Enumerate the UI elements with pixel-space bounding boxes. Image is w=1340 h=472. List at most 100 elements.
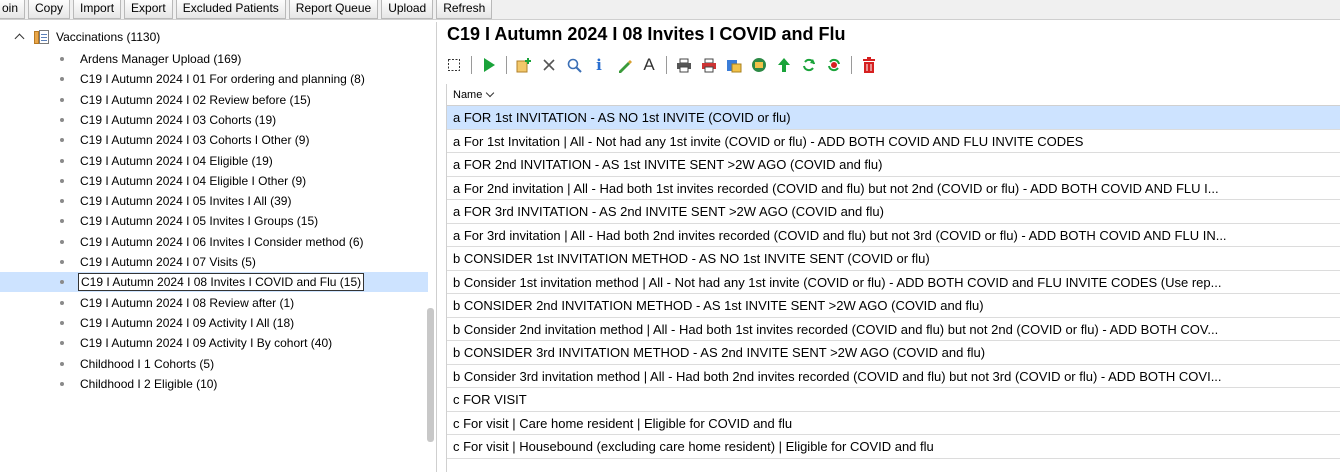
table-row[interactable]: b Consider 2nd invitation method | All -…	[447, 318, 1340, 341]
refresh-icon[interactable]	[801, 57, 817, 73]
tree-item[interactable]: C19 I Autumn 2024 I 08 Invites I COVID a…	[0, 272, 428, 293]
upload-button[interactable]: Upload	[381, 0, 434, 19]
page-title: C19 I Autumn 2024 I 08 Invites I COVID a…	[447, 24, 846, 44]
delete-x-icon[interactable]	[541, 57, 557, 73]
bullet-icon	[60, 138, 64, 143]
bullet-icon	[60, 341, 64, 346]
select-icon[interactable]	[446, 57, 462, 73]
tree-item[interactable]: Ardens Manager Upload (169)	[60, 49, 243, 69]
bullet-icon	[60, 199, 64, 204]
report-queue-button[interactable]: Report Queue	[288, 0, 379, 19]
bullet-icon	[60, 77, 64, 82]
bullet-icon	[60, 361, 64, 366]
collapse-caret-icon[interactable]	[14, 31, 26, 43]
add-icon[interactable]	[516, 57, 532, 73]
search-icon[interactable]	[566, 57, 582, 73]
sort-chevron-icon	[486, 88, 495, 98]
tree-item-label: Childhood I 1 Cohorts (5)	[80, 356, 215, 371]
tree-item[interactable]: C19 I Autumn 2024 I 04 Eligible I Other …	[60, 171, 308, 191]
table-row[interactable]: a FOR 3rd INVITATION - AS 2nd INVITE SEN…	[447, 200, 1340, 224]
upload-arrow-icon[interactable]	[776, 57, 792, 73]
bullet-icon	[60, 178, 64, 183]
table-row[interactable]: b CONSIDER 1st INVITATION METHOD - AS NO…	[447, 247, 1340, 271]
export-button[interactable]: Export	[124, 0, 173, 19]
bullet-icon	[60, 158, 64, 163]
join-button[interactable]: oin	[0, 0, 26, 19]
bullet-icon	[60, 300, 64, 305]
column-header-name[interactable]: Name	[447, 84, 1340, 106]
bullet-icon	[60, 280, 64, 285]
trash-icon[interactable]	[861, 57, 877, 73]
table-row[interactable]: b Consider 1st invitation method | All -…	[447, 271, 1340, 294]
tree-item-label: C19 I Autumn 2024 I 01 For ordering and …	[80, 72, 365, 87]
report-list-grid: Name a FOR 1st INVITATION - AS NO 1st IN…	[446, 84, 1340, 472]
info-icon[interactable]: i	[591, 57, 607, 73]
tree-item[interactable]: C19 I Autumn 2024 I 02 Review before (15…	[60, 90, 313, 110]
toolbar-divider	[471, 56, 472, 74]
bullet-icon	[60, 239, 64, 244]
tree-item[interactable]: Childhood I 1 Cohorts (5)	[60, 354, 216, 374]
table-row[interactable]: a For 2nd invitation | All - Had both 1s…	[447, 177, 1340, 200]
tree-item[interactable]: C19 I Autumn 2024 I 07 Visits (5)	[60, 252, 258, 272]
tree-scrollbar[interactable]	[427, 308, 434, 442]
bullet-icon	[60, 97, 64, 102]
tree-item-label: C19 I Autumn 2024 I 09 Activity I All (1…	[80, 315, 295, 330]
tree-item[interactable]: C19 I Autumn 2024 I 04 Eligible (19)	[60, 151, 275, 171]
tree-root-label: Vaccinations (1130)	[56, 30, 161, 44]
refresh-red-icon[interactable]	[826, 57, 842, 73]
print-color-icon[interactable]	[701, 57, 717, 73]
tree-item[interactable]: C19 I Autumn 2024 I 08 Review after (1)	[60, 293, 296, 313]
tree-item-label: Childhood I 2 Eligible (10)	[80, 376, 218, 391]
tree-item[interactable]: C19 I Autumn 2024 I 05 Invites I All (39…	[60, 191, 293, 211]
tree-item-label: C19 I Autumn 2024 I 08 Invites I COVID a…	[78, 273, 365, 292]
tree-item[interactable]: Childhood I 2 Eligible (10)	[60, 374, 219, 394]
bullet-icon	[60, 260, 64, 264]
tree-item-label: C19 I Autumn 2024 I 06 Invites I Conside…	[80, 234, 364, 249]
table-row[interactable]: a For 3rd invitation | All - Had both 2n…	[447, 224, 1340, 247]
font-icon[interactable]: A	[641, 56, 657, 73]
toolbar-divider	[666, 56, 667, 74]
print-icon[interactable]	[676, 57, 692, 73]
table-row[interactable]: a FOR 2nd INVITATION - AS 1st INVITE SEN…	[447, 153, 1340, 177]
export-icon[interactable]	[726, 57, 742, 73]
toolbar-divider	[506, 56, 507, 74]
tree-item[interactable]: C19 I Autumn 2024 I 03 Cohorts I Other (…	[60, 130, 311, 150]
import-button[interactable]: Import	[73, 0, 122, 19]
table-row[interactable]: b CONSIDER 3rd INVITATION METHOD - AS 2n…	[447, 341, 1340, 365]
folder-icon	[34, 29, 50, 45]
copy-button[interactable]: Copy	[28, 0, 71, 19]
bullet-icon	[60, 320, 64, 325]
tree-item[interactable]: C19 I Autumn 2024 I 09 Activity I By coh…	[60, 333, 334, 353]
tree-item-label: C19 I Autumn 2024 I 03 Cohorts I Other (…	[80, 133, 310, 148]
tree-item-label: C19 I Autumn 2024 I 09 Activity I By coh…	[80, 336, 333, 351]
tree-root-vaccinations[interactable]: Vaccinations (1130)	[14, 27, 160, 47]
bullet-icon	[60, 381, 64, 386]
tree-item[interactable]: C19 I Autumn 2024 I 03 Cohorts (19)	[60, 110, 278, 130]
tree-item[interactable]: C19 I Autumn 2024 I 01 For ordering and …	[60, 69, 367, 89]
tree-item-label: C19 I Autumn 2024 I 07 Visits (5)	[80, 255, 256, 269]
table-row[interactable]: c For visit | Housebound (excluding care…	[447, 435, 1340, 459]
table-row[interactable]: b CONSIDER 2nd INVITATION METHOD - AS 1s…	[447, 294, 1340, 318]
bullet-icon	[60, 117, 64, 122]
table-row[interactable]: c For visit | Care home resident | Eligi…	[447, 412, 1340, 435]
run-icon[interactable]	[481, 57, 497, 73]
table-row[interactable]: a For 1st Invitation | All - Not had any…	[447, 130, 1340, 153]
tree-item-label: C19 I Autumn 2024 I 04 Eligible I Other …	[80, 173, 307, 188]
tree-item[interactable]: C19 I Autumn 2024 I 06 Invites I Conside…	[60, 232, 366, 252]
toolbar-divider	[851, 56, 852, 74]
tree-item[interactable]: C19 I Autumn 2024 I 09 Activity I All (1…	[60, 313, 296, 333]
tree-item-label: C19 I Autumn 2024 I 05 Invites I All (39…	[80, 194, 292, 209]
record-icon[interactable]	[751, 57, 767, 73]
tree-item-label: C19 I Autumn 2024 I 08 Review after (1)	[80, 295, 295, 310]
excluded-patients-button[interactable]: Excluded Patients	[175, 0, 286, 19]
edit-icon[interactable]	[616, 57, 632, 73]
tree-item-label: C19 I Autumn 2024 I 03 Cohorts (19)	[80, 112, 277, 127]
tree-item-label: Ardens Manager Upload (169)	[80, 52, 242, 66]
bullet-icon	[60, 57, 64, 61]
refresh-button[interactable]: Refresh	[436, 0, 493, 19]
table-row[interactable]: b Consider 3rd invitation method | All -…	[447, 365, 1340, 388]
tree-item[interactable]: C19 I Autumn 2024 I 05 Invites I Groups …	[60, 211, 320, 231]
bullet-icon	[60, 219, 64, 224]
table-row[interactable]: a FOR 1st INVITATION - AS NO 1st INVITE …	[447, 106, 1340, 130]
table-row[interactable]: c FOR VISIT	[447, 388, 1340, 412]
